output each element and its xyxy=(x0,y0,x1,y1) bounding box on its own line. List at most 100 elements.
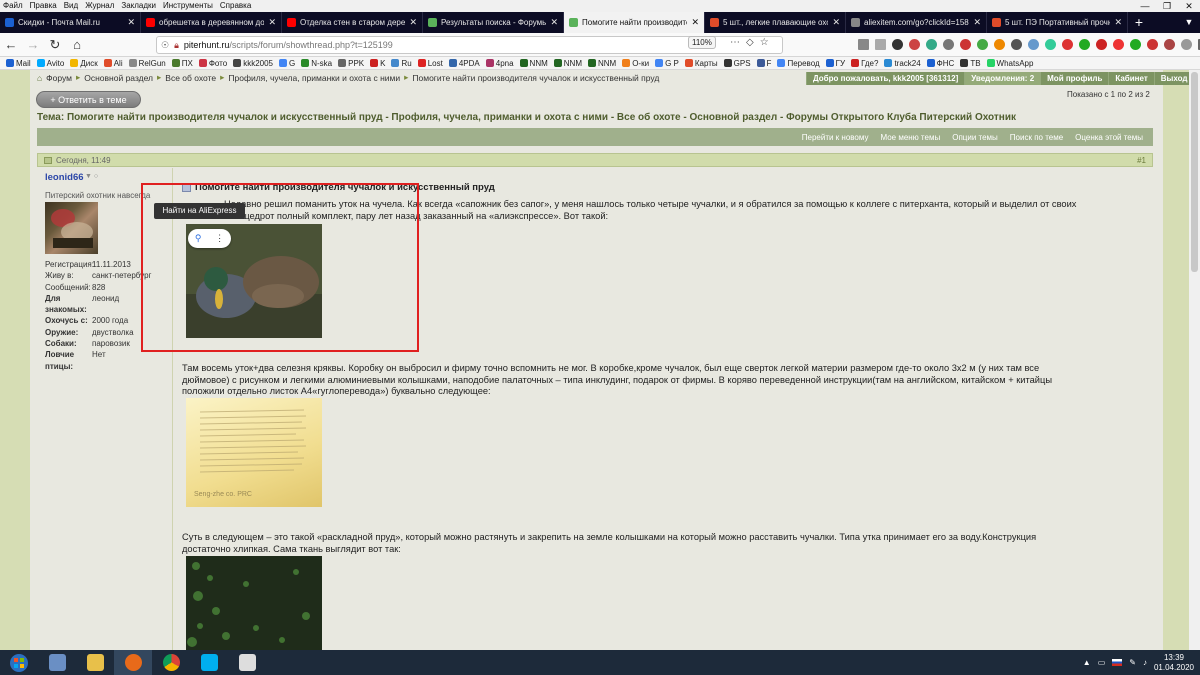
bookmark-item[interactable]: 4pna xyxy=(485,59,514,68)
library-icon[interactable] xyxy=(858,39,869,50)
extension-icon[interactable] xyxy=(1147,39,1158,50)
extension-icon[interactable] xyxy=(1130,39,1141,50)
bookmark-item[interactable]: G xyxy=(279,59,295,68)
page-actions-icon[interactable]: ⋯ xyxy=(730,37,740,48)
extension-icon[interactable] xyxy=(1164,39,1175,50)
browser-tab[interactable]: aliexitem.com/go?clickId=1587 ✕ xyxy=(846,12,987,33)
extension-icon[interactable] xyxy=(943,39,954,50)
bookmark-item[interactable]: NNM xyxy=(587,59,616,68)
browser-tab[interactable]: обрешетка в деревянном доме ✕ xyxy=(141,12,282,33)
bookmark-item[interactable]: Avito xyxy=(36,59,64,68)
taskbar-firefox[interactable] xyxy=(114,650,152,675)
home-icon[interactable]: ⌂ xyxy=(66,37,88,52)
bookmark-item[interactable]: NNM xyxy=(519,59,548,68)
new-tab-button[interactable]: + xyxy=(1128,12,1150,33)
close-tab-icon[interactable]: ✕ xyxy=(973,17,981,28)
bookmark-item[interactable]: ТВ xyxy=(960,59,981,68)
bookmark-item[interactable]: Mail xyxy=(6,59,31,68)
bookmark-item[interactable]: PPK xyxy=(338,59,364,68)
extension-icon[interactable] xyxy=(994,39,1005,50)
extension-icon[interactable] xyxy=(1113,39,1124,50)
minimize-button[interactable]: — xyxy=(1134,0,1156,12)
bookmark-item[interactable]: N-ska xyxy=(301,59,332,68)
menu-edit[interactable]: Правка xyxy=(30,0,57,12)
go-to-new-link[interactable]: Перейти к новому xyxy=(802,133,869,142)
user-menu-chevron-icon[interactable]: ▼ ○ xyxy=(85,173,98,180)
menu-view[interactable]: Вид xyxy=(64,0,78,12)
language-flag-icon[interactable] xyxy=(1112,659,1123,666)
browser-tab[interactable]: 5 шт. ПЭ Портативный прочн ✕ xyxy=(987,12,1128,33)
bookmark-item[interactable]: Ru xyxy=(391,59,412,68)
my-thread-menu[interactable]: Мое меню темы xyxy=(880,133,940,142)
bookmark-item[interactable]: ГУ xyxy=(825,59,845,68)
menu-tools[interactable]: Инструменты xyxy=(163,0,213,12)
bookmark-item[interactable]: Карты xyxy=(684,59,718,68)
tray-arrow-icon[interactable]: ▲ xyxy=(1083,658,1091,667)
menu-file[interactable]: Файл xyxy=(3,0,23,12)
breadcrumb-main-section[interactable]: Основной раздел xyxy=(84,73,153,83)
pond-fabric-image[interactable] xyxy=(186,556,322,650)
more-options-icon[interactable]: ⋮ xyxy=(215,233,224,244)
sidebar-icon[interactable] xyxy=(875,39,886,50)
taskbar-chrome[interactable] xyxy=(152,650,190,675)
scrollbar-thumb[interactable] xyxy=(1191,72,1198,272)
menu-bookmarks[interactable]: Закладки xyxy=(121,0,156,12)
forward-icon[interactable]: → xyxy=(22,37,44,52)
reload-icon[interactable]: ↻ xyxy=(44,37,66,53)
extension-icon[interactable] xyxy=(1079,39,1090,50)
extension-icon[interactable] xyxy=(892,39,903,50)
close-tab-icon[interactable]: ✕ xyxy=(550,17,558,28)
close-window-button[interactable]: ✕ xyxy=(1178,0,1200,12)
bookmark-item[interactable]: O-ки xyxy=(622,59,649,68)
volume-icon[interactable]: ♪ xyxy=(1143,658,1147,667)
close-tab-icon[interactable]: ✕ xyxy=(268,17,276,28)
thread-options-menu[interactable]: Опции темы xyxy=(952,133,998,142)
network-icon[interactable]: ▭ xyxy=(1098,658,1106,667)
bookmark-item[interactable]: 4PDA xyxy=(448,59,480,68)
search-thread-menu[interactable]: Поиск по теме xyxy=(1010,133,1063,142)
bookmark-item[interactable]: track24 xyxy=(884,59,921,68)
instruction-image[interactable]: Seng-zhe co. PRC xyxy=(186,398,322,507)
bookmark-star-icon[interactable]: ☆ xyxy=(760,37,769,48)
breadcrumb-decoys[interactable]: Профиля, чучела, приманки и охота с ними xyxy=(228,73,400,83)
close-tab-icon[interactable]: ✕ xyxy=(409,17,417,28)
menu-help[interactable]: Справка xyxy=(220,0,251,12)
reply-button[interactable]: + Ответить в теме xyxy=(36,91,141,108)
start-button[interactable] xyxy=(0,650,38,675)
bookmark-item[interactable]: G P xyxy=(655,59,679,68)
username-link[interactable]: leonid66 xyxy=(45,172,84,183)
tab-list-button[interactable]: ▼ xyxy=(1178,12,1200,33)
extension-icon[interactable] xyxy=(1181,39,1192,50)
restore-button[interactable]: ❐ xyxy=(1156,0,1178,12)
bookmark-item[interactable]: WhatsApp xyxy=(986,59,1033,68)
extension-icon[interactable] xyxy=(1011,39,1022,50)
bookmark-item[interactable]: ФНС xyxy=(926,59,954,68)
taskbar-skype[interactable] xyxy=(190,650,228,675)
extension-icon[interactable] xyxy=(1096,39,1107,50)
post-number[interactable]: #1 xyxy=(1137,156,1146,165)
zoom-indicator[interactable]: 110% xyxy=(688,36,716,49)
bookmark-item[interactable]: GPS xyxy=(723,59,751,68)
extension-icon[interactable] xyxy=(909,39,920,50)
taskbar-folder[interactable] xyxy=(76,650,114,675)
bookmark-item[interactable]: RelGun xyxy=(128,59,166,68)
pocket-icon[interactable]: ◇ xyxy=(746,37,754,48)
breadcrumb-hunting[interactable]: Все об охоте xyxy=(165,73,216,83)
cabinet-link[interactable]: Кабинет xyxy=(1108,72,1154,85)
taskbar-media[interactable] xyxy=(228,650,266,675)
browser-tab[interactable]: Скидки - Почта Mail.ru ✕ xyxy=(0,12,141,33)
extension-icon[interactable] xyxy=(1028,39,1039,50)
browser-tab[interactable]: Результаты поиска - Форумы ✕ xyxy=(423,12,564,33)
bookmark-item[interactable]: K xyxy=(370,59,385,68)
breadcrumb-forum[interactable]: Форум xyxy=(46,73,72,83)
bookmark-item[interactable]: F xyxy=(756,59,771,68)
search-icon[interactable]: ⚲ xyxy=(195,233,202,244)
my-profile-link[interactable]: Мой профиль xyxy=(1040,72,1109,85)
bookmark-item[interactable]: Lost xyxy=(417,59,443,68)
menu-history[interactable]: Журнал xyxy=(85,0,114,12)
bookmark-item[interactable]: Диск xyxy=(70,59,98,68)
close-tab-icon[interactable]: ✕ xyxy=(832,17,840,28)
logout-link[interactable]: Выход xyxy=(1153,72,1194,85)
close-tab-icon[interactable]: ✕ xyxy=(691,17,699,28)
bookmark-item[interactable]: Фото xyxy=(198,59,227,68)
